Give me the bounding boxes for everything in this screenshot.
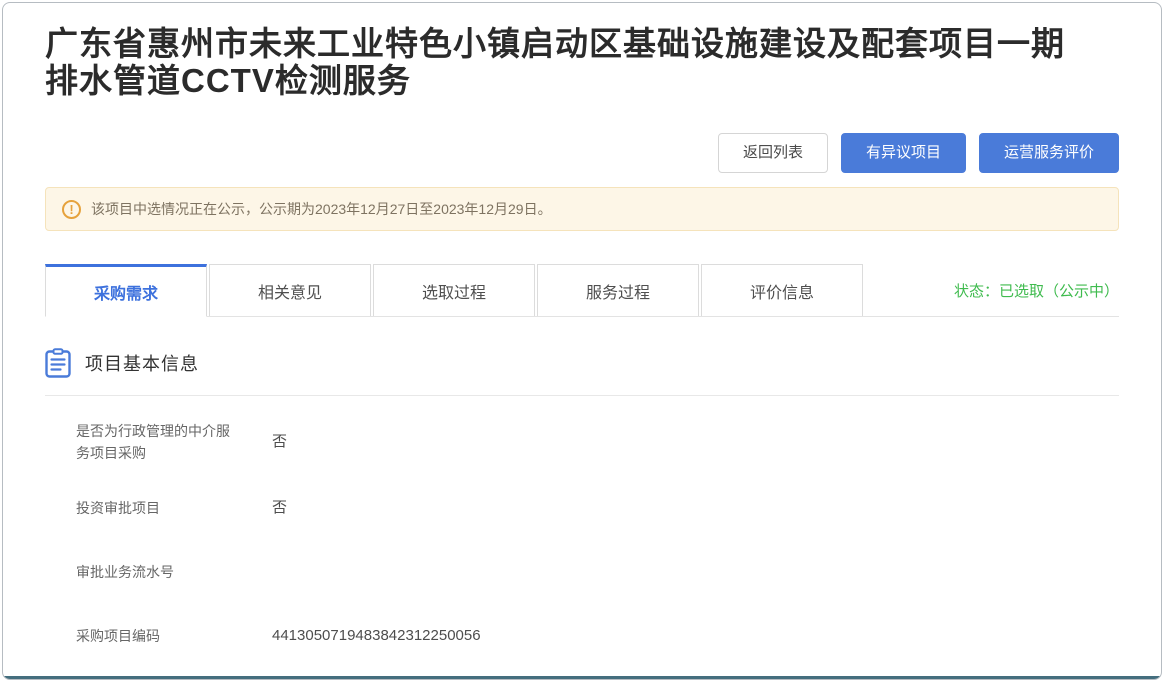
field-value: 否: [272, 431, 287, 453]
objection-project-button[interactable]: 有异议项目: [841, 133, 966, 173]
warning-circle-icon: !: [62, 200, 81, 219]
field-label: 是否为行政管理的中介服务项目采购: [76, 420, 239, 464]
publicity-alert: ! 该项目中选情况正在公示，公示期为2023年12月27日至2023年12月29…: [45, 187, 1119, 231]
section-header-basic-info: 项目基本信息: [45, 348, 1119, 396]
field-value: 否: [272, 497, 287, 519]
service-evaluation-button[interactable]: 运营服务评价: [979, 133, 1119, 173]
field-row-investment-approval: 投资审批项目 否: [76, 488, 1119, 528]
tab-evaluation-info[interactable]: 评价信息: [701, 264, 863, 316]
toolbar: 返回列表 有异议项目 运营服务评价: [45, 133, 1119, 173]
clipboard-icon: [45, 348, 71, 378]
section-title: 项目基本信息: [85, 350, 199, 376]
field-row-intermediary-service: 是否为行政管理的中介服务项目采购 否: [76, 420, 1119, 464]
field-value: 4413050719483842312250056: [272, 625, 481, 647]
tab-selection-process[interactable]: 选取过程: [373, 264, 535, 316]
tab-service-process[interactable]: 服务过程: [537, 264, 699, 316]
field-row-procurement-project-code: 采购项目编码 4413050719483842312250056: [76, 616, 1119, 656]
page-frame: 广东省惠州市未来工业特色小镇启动区基础设施建设及配套项目一期排水管道CCTV检测…: [2, 2, 1162, 680]
field-label: 采购项目编码: [76, 625, 239, 647]
tab-related-opinions[interactable]: 相关意见: [209, 264, 371, 316]
field-row-approval-serial-number: 审批业务流水号: [76, 552, 1119, 592]
field-label: 投资审批项目: [76, 497, 239, 519]
publicity-alert-text: 该项目中选情况正在公示，公示期为2023年12月27日至2023年12月29日。: [91, 199, 552, 219]
tab-procurement-demand[interactable]: 采购需求: [45, 264, 207, 317]
basic-info-fields: 是否为行政管理的中介服务项目采购 否 投资审批项目 否 审批业务流水号 采购项目…: [45, 420, 1119, 680]
tab-bar: 采购需求 相关意见 选取过程 服务过程 评价信息 状态：已选取（公示中）: [45, 264, 1119, 317]
field-label: 审批业务流水号: [76, 561, 239, 583]
page-title: 广东省惠州市未来工业特色小镇启动区基础设施建设及配套项目一期排水管道CCTV检测…: [45, 25, 1090, 99]
frame-bottom-accent: [3, 676, 1161, 679]
back-to-list-button[interactable]: 返回列表: [718, 133, 828, 173]
status-badge: 状态：已选取（公示中）: [954, 264, 1119, 316]
